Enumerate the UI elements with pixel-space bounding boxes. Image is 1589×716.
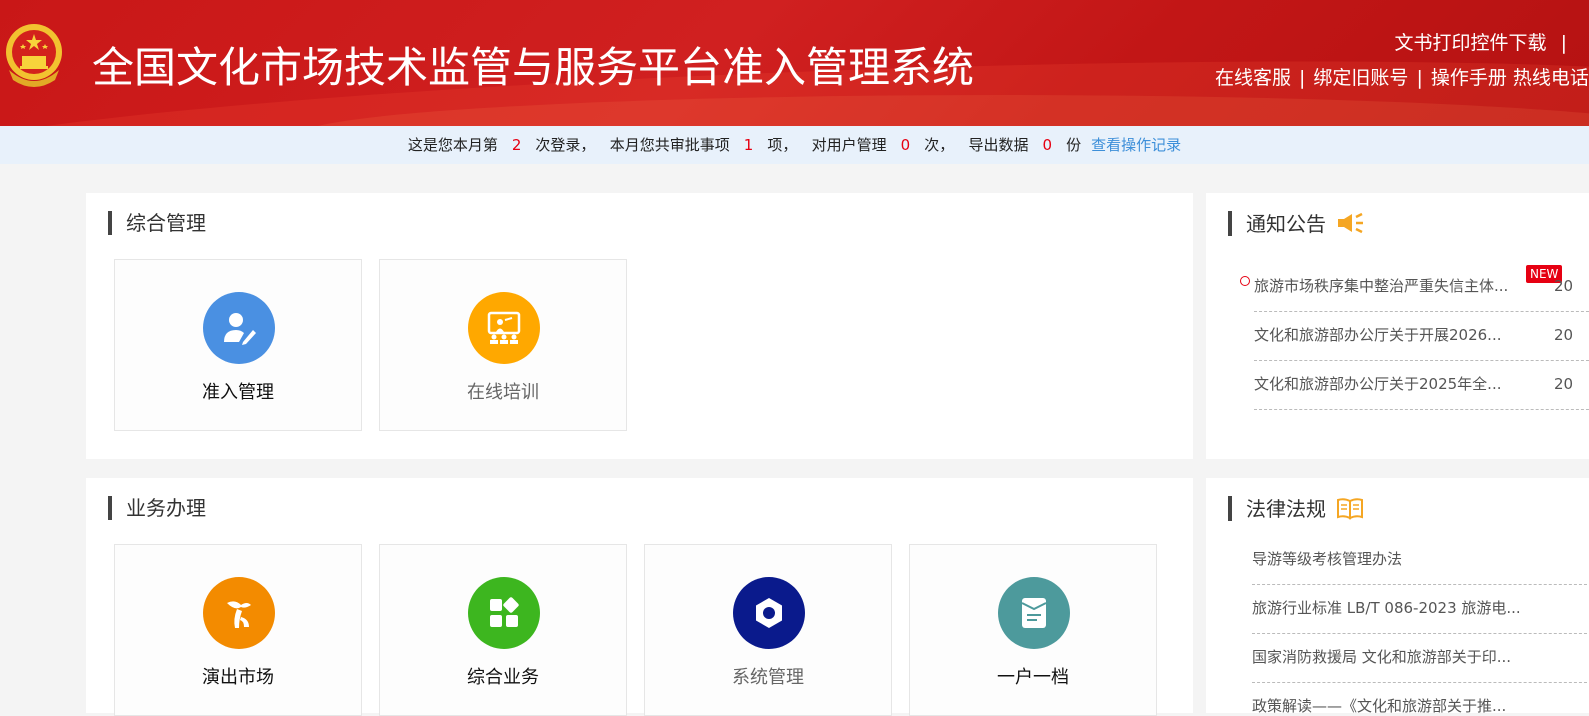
approve-count: 1: [743, 136, 754, 154]
panel-title: 综合管理: [108, 211, 206, 235]
login-count: 2: [511, 136, 522, 154]
tile-access-management[interactable]: 准入管理: [114, 259, 362, 431]
header-banner: 全国文化市场技术监管与服务平台准入管理系统 文书打印控件下载 | 在线客服 | 绑定…: [0, 0, 1589, 126]
megaphone-icon: [1338, 212, 1364, 234]
list-item[interactable]: 旅游市场秩序集中整治严重失信主体... NEW 20: [1240, 263, 1589, 312]
tile-one-household-file[interactable]: 一户一档: [909, 544, 1157, 716]
hotline-link[interactable]: 热线电话: [1513, 67, 1589, 89]
training-board-icon: [468, 292, 540, 364]
business-panel: 业务办理 演出市场 综合业务 系统管理 一户一档: [86, 478, 1193, 716]
book-icon: [1337, 498, 1364, 520]
top-links-row1: 文书打印控件下载 |: [1395, 28, 1575, 55]
link-separator: |: [1560, 32, 1567, 54]
export-count: 0: [1042, 136, 1053, 154]
list-item[interactable]: 政策解读——《文化和旅游部关于推...: [1252, 683, 1589, 713]
tile-performance-market[interactable]: 演出市场: [114, 544, 362, 716]
online-service-link[interactable]: 在线客服: [1215, 67, 1291, 89]
gear-icon: [733, 577, 805, 649]
grid-apps-icon: [468, 577, 540, 649]
bind-old-account-link[interactable]: 绑定旧账号: [1313, 67, 1408, 89]
list-item[interactable]: 国家消防救援局 文化和旅游部关于印...: [1252, 634, 1589, 683]
list-item[interactable]: 导游等级考核管理办法: [1252, 536, 1589, 585]
document-file-icon: [998, 577, 1070, 649]
performance-icon: [203, 577, 275, 649]
panel-title: 法律法规: [1228, 496, 1364, 521]
list-item[interactable]: 旅游行业标准 LB/T 086-2023 旅游电...: [1252, 585, 1589, 634]
unread-dot-icon: [1240, 276, 1250, 286]
tile-system-management[interactable]: 系统管理: [644, 544, 892, 716]
notice-panel: 通知公告 旅游市场秩序集中整治严重失信主体... NEW 20 文化和旅游部办公…: [1206, 193, 1589, 459]
law-list: 导游等级考核管理办法 旅游行业标准 LB/T 086-2023 旅游电... 国…: [1252, 536, 1589, 713]
tile-general-business[interactable]: 综合业务: [379, 544, 627, 716]
notice-list: 旅游市场秩序集中整治严重失信主体... NEW 20 文化和旅游部办公厅关于开展…: [1240, 263, 1589, 410]
print-control-download-link[interactable]: 文书打印控件下载: [1395, 32, 1547, 54]
user-edit-icon: [203, 292, 275, 364]
panel-title: 通知公告: [1228, 211, 1364, 236]
site-title: 全国文化市场技术监管与服务平台准入管理系统: [92, 43, 975, 92]
user-manual-link[interactable]: 操作手册: [1431, 67, 1507, 89]
panel-title: 业务办理: [108, 496, 206, 520]
list-item[interactable]: 文化和旅游部办公厅关于2025年全... 20: [1254, 361, 1589, 410]
user-manage-count: 0: [900, 136, 911, 154]
national-emblem-icon: [6, 24, 62, 87]
view-operation-log-link[interactable]: 查看操作记录: [1091, 136, 1181, 154]
law-panel: 法律法规 导游等级考核管理办法 旅游行业标准 LB/T 086-2023 旅游电…: [1206, 478, 1589, 713]
tile-online-training[interactable]: 在线培训: [379, 259, 627, 431]
login-stats-bar: 这是您本月第 2 次登录， 本月您共审批事项 1 项， 对用户管理 0 次， 导出数据 0 份查…: [0, 126, 1589, 164]
list-item[interactable]: 文化和旅游部办公厅关于开展2026... 20: [1254, 312, 1589, 361]
general-management-panel: 综合管理 准入管理 在线培训: [86, 193, 1193, 459]
top-links-row2: 在线客服 | 绑定旧账号 | 操作手册 热线电话: [1215, 67, 1589, 89]
